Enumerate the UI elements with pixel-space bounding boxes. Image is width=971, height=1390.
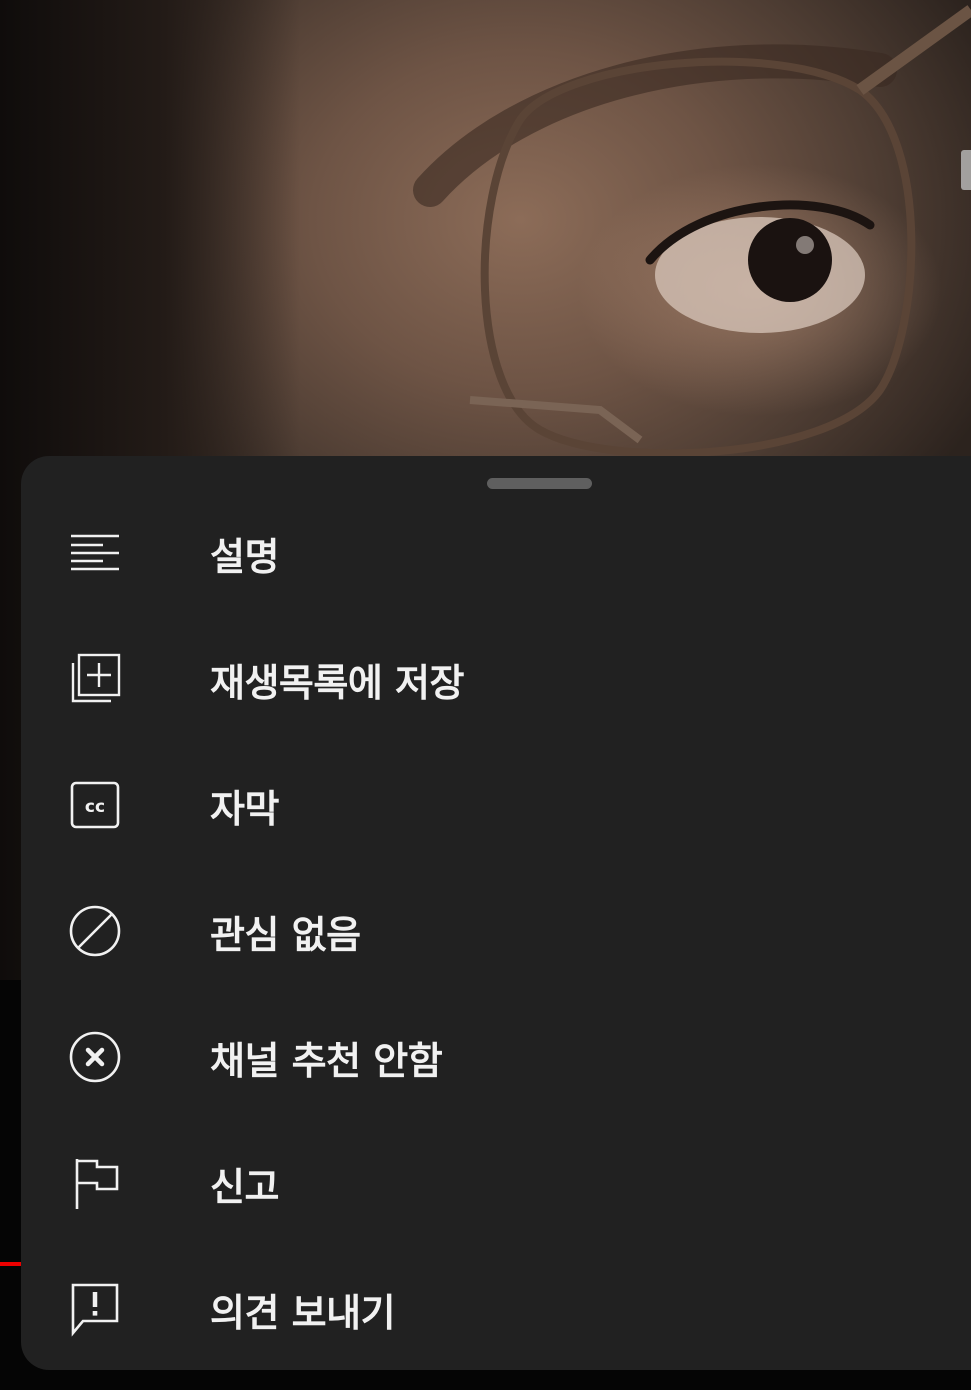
circle-x-icon (65, 1027, 125, 1087)
menu-item-label: 자막 (210, 786, 279, 831)
menu-item-captions[interactable]: cc 자막 (21, 742, 971, 868)
closed-captions-icon: cc (65, 775, 125, 835)
description-lines-icon (65, 523, 125, 583)
more-options-sheet: 설명 재생목록에 저장 cc 자막 관심 없음 채널 추천 안함 신고 의견 보… (21, 456, 971, 1370)
menu-item-save-to-playlist[interactable]: 재생목록에 저장 (21, 616, 971, 742)
sheet-drag-handle[interactable] (487, 478, 592, 489)
menu-item-label: 관심 없음 (210, 912, 361, 957)
menu-item-label: 재생목록에 저장 (210, 660, 464, 705)
menu-item-report[interactable]: 신고 (21, 1120, 971, 1246)
menu-item-label: 신고 (210, 1164, 279, 1209)
menu-item-not-interested[interactable]: 관심 없음 (21, 868, 971, 994)
feedback-icon (65, 1279, 125, 1339)
menu-item-label: 의견 보내기 (210, 1290, 396, 1335)
not-interested-icon (65, 901, 125, 961)
menu-item-send-feedback[interactable]: 의견 보내기 (21, 1246, 971, 1372)
svg-text:cc: cc (85, 797, 105, 817)
menu-item-label: 설명 (210, 534, 279, 579)
menu-item-description[interactable]: 설명 (21, 490, 971, 616)
flag-icon (65, 1153, 125, 1213)
menu-item-label: 채널 추천 안함 (210, 1038, 443, 1083)
options-menu: 설명 재생목록에 저장 cc 자막 관심 없음 채널 추천 안함 신고 의견 보… (21, 490, 971, 1372)
video-edge-marker (961, 150, 971, 190)
playlist-add-icon (65, 649, 125, 709)
screen: 설명 재생목록에 저장 cc 자막 관심 없음 채널 추천 안함 신고 의견 보… (0, 0, 971, 1390)
menu-item-dont-recommend-channel[interactable]: 채널 추천 안함 (21, 994, 971, 1120)
